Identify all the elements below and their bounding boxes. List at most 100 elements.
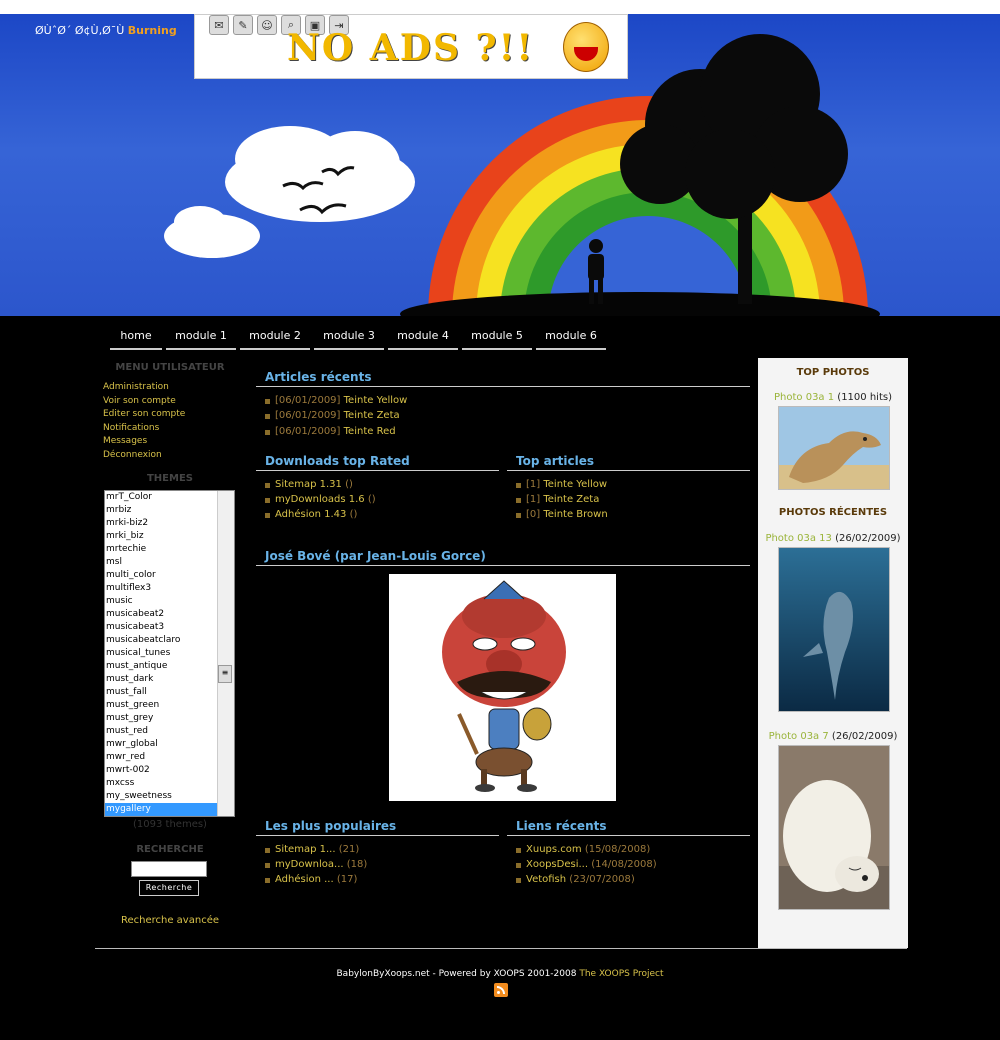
theme-option[interactable]: msl [105,556,234,569]
top-articles-block: Top articles [1] Teinte Yellow [1] Teint… [507,454,750,523]
right-sidebar: TOP PHOTOS Photo 03a 1 (1100 hits) PHOTO… [758,358,908,948]
top-articles-title: Top articles [507,454,750,471]
edit-icon[interactable]: ✎ [233,15,253,35]
popular-list: Sitemap 1... (21) myDownloa... (18) Adhé… [256,842,499,888]
polar-bear-photo[interactable] [778,745,890,910]
recent-photo-2-link[interactable]: Photo 03a 7 [769,731,829,742]
downloads-block: Downloads top Rated Sitemap 1.31 () myDo… [256,454,499,523]
recent-photo-1-link[interactable]: Photo 03a 13 [765,533,831,544]
feature-title: José Bové (par Jean-Louis Gorce) [256,549,750,566]
ad-banner[interactable]: ✉ ✎ ☺ ⌕ ▣ ⇥ NO ADS ?!! [194,14,628,79]
advanced-search-link[interactable]: Recherche avancée [95,915,245,926]
theme-option[interactable]: mwr_global [105,738,234,751]
user-menu-administration[interactable]: Administration [95,381,245,395]
links-title: Liens récents [507,819,750,836]
list-item[interactable]: [06/01/2009] Teinte Red [265,424,750,439]
rss-feed-icon[interactable] [494,983,508,997]
list-item[interactable]: Vetofish (23/07/2008) [516,872,750,887]
theme-option[interactable]: must_red [105,725,234,738]
top-photos-title: TOP PHOTOS [796,367,870,378]
theme-list-scrollbar[interactable]: ≡ [217,491,234,816]
user-menu-logout[interactable]: Déconnexion [95,449,245,463]
popular-block: Les plus populaires Sitemap 1... (21) my… [256,819,499,888]
downloads-and-top-articles: Downloads top Rated Sitemap 1.31 () myDo… [256,454,750,523]
theme-option[interactable]: mrki-biz2 [105,517,234,530]
top-articles-list: [1] Teinte Yellow [1] Teinte Zeta [0] Te… [507,477,750,523]
list-item[interactable]: [1] Teinte Zeta [516,492,750,507]
theme-option[interactable]: mrtechie [105,543,234,556]
recent-photo-2-caption: Photo 03a 7 (26/02/2009) [768,731,898,742]
theme-option[interactable]: mxcss [105,777,234,790]
list-item[interactable]: Xuups.com (15/08/2008) [516,842,750,857]
nav-module-5[interactable]: module 5 [462,322,532,350]
recent-articles-list: [06/01/2009] Teinte Yellow [06/01/2009] … [256,393,750,439]
nav-module-6[interactable]: module 6 [536,322,606,350]
user-menu: Administration Voir son compte Editer so… [95,381,245,462]
list-item[interactable]: [0] Teinte Brown [516,507,750,522]
theme-option[interactable]: musicabeatclaro [105,634,234,647]
theme-select-list[interactable]: mrT_Color mrbiz mrki-biz2 mrki_biz mrtechie m… [104,490,235,817]
theme-option[interactable]: mygallery [105,803,234,816]
scrollbar-thumb[interactable]: ≡ [218,665,232,683]
theme-option[interactable]: musical_tunes [105,647,234,660]
theme-option[interactable]: must_grey [105,712,234,725]
mail-icon[interactable]: ✉ [209,15,229,35]
list-item[interactable]: myDownloa... (18) [265,857,499,872]
site-header: ØÙˆØ´ Ø¢Ù‚Ø¯Ù Burning ✉ ✎ ☺ ⌕ ▣ ⇥ NO ADS… [0,14,1000,316]
top-photo-link[interactable]: Photo 03a 1 [774,392,834,403]
theme-option[interactable]: multi_color [105,569,234,582]
site-title: ØÙˆØ´ Ø¢Ù‚Ø¯Ù Burning [35,24,177,37]
user-menu-messages[interactable]: Messages [95,435,245,449]
list-item[interactable]: [06/01/2009] Teinte Zeta [265,408,750,423]
user-menu-notifications[interactable]: Notifications [95,422,245,436]
theme-option[interactable]: mrki_biz [105,530,234,543]
theme-option[interactable]: music [105,595,234,608]
theme-option[interactable]: must_fall [105,686,234,699]
list-item[interactable]: myDownloads 1.6 () [265,492,499,507]
search-input[interactable] [131,861,207,877]
nav-module-1[interactable]: module 1 [166,322,236,350]
list-item[interactable]: Adhésion ... (17) [265,872,499,887]
smiley-icon[interactable]: ☺ [257,15,277,35]
theme-option[interactable]: must_antique [105,660,234,673]
theme-option[interactable]: multiflex3 [105,582,234,595]
theme-option[interactable]: must_green [105,699,234,712]
nav-module-4[interactable]: module 4 [388,322,458,350]
list-item[interactable]: Sitemap 1.31 () [265,477,499,492]
theme-option[interactable]: musicabeat2 [105,608,234,621]
nav-home[interactable]: home [110,322,162,350]
top-photo-caption: Photo 03a 1 (1100 hits) [774,392,892,403]
theme-option[interactable]: musicabeat3 [105,621,234,634]
clouds [164,126,415,258]
list-item[interactable]: [06/01/2009] Teinte Yellow [265,393,750,408]
theme-option[interactable]: must_dark [105,673,234,686]
caricature-drawing [442,580,566,792]
list-item[interactable]: XoopsDesi... (14/08/2008) [516,857,750,872]
search-button[interactable]: Recherche [139,880,199,896]
theme-count: (1093 themes) [133,819,207,830]
caricature-image[interactable] [389,573,616,801]
links-block: Liens récents Xuups.com (15/08/2008) Xoo… [507,819,750,888]
theme-option[interactable]: mwr_red [105,751,234,764]
dolphin-photo[interactable] [778,547,890,712]
theme-option[interactable]: mrbiz [105,504,234,517]
main-nav: home module 1 module 2 module 3 module 4… [110,322,606,350]
list-item[interactable]: Sitemap 1... (21) [265,842,499,857]
user-menu-title: MENU UTILISATEUR [115,362,225,373]
popular-title: Les plus populaires [256,819,499,836]
footer-xoops-link[interactable]: The XOOPS Project [579,969,663,979]
downloads-list: Sitemap 1.31 () myDownloads 1.6 () Adhés… [256,477,499,523]
search-title: RECHERCHE [136,844,204,855]
downloads-title: Downloads top Rated [256,454,499,471]
theme-option[interactable]: mrT_Color [105,491,234,504]
list-item[interactable]: Adhésion 1.43 () [265,507,499,522]
user-menu-edit-account[interactable]: Editer son compte [95,408,245,422]
nav-module-3[interactable]: module 3 [314,322,384,350]
footer-divider [95,948,907,949]
nav-module-2[interactable]: module 2 [240,322,310,350]
list-item[interactable]: [1] Teinte Yellow [516,477,750,492]
camel-photo[interactable] [778,406,890,490]
theme-option[interactable]: mwrt-002 [105,764,234,777]
user-menu-view-account[interactable]: Voir son compte [95,395,245,409]
theme-option[interactable]: my_sweetness [105,790,234,803]
